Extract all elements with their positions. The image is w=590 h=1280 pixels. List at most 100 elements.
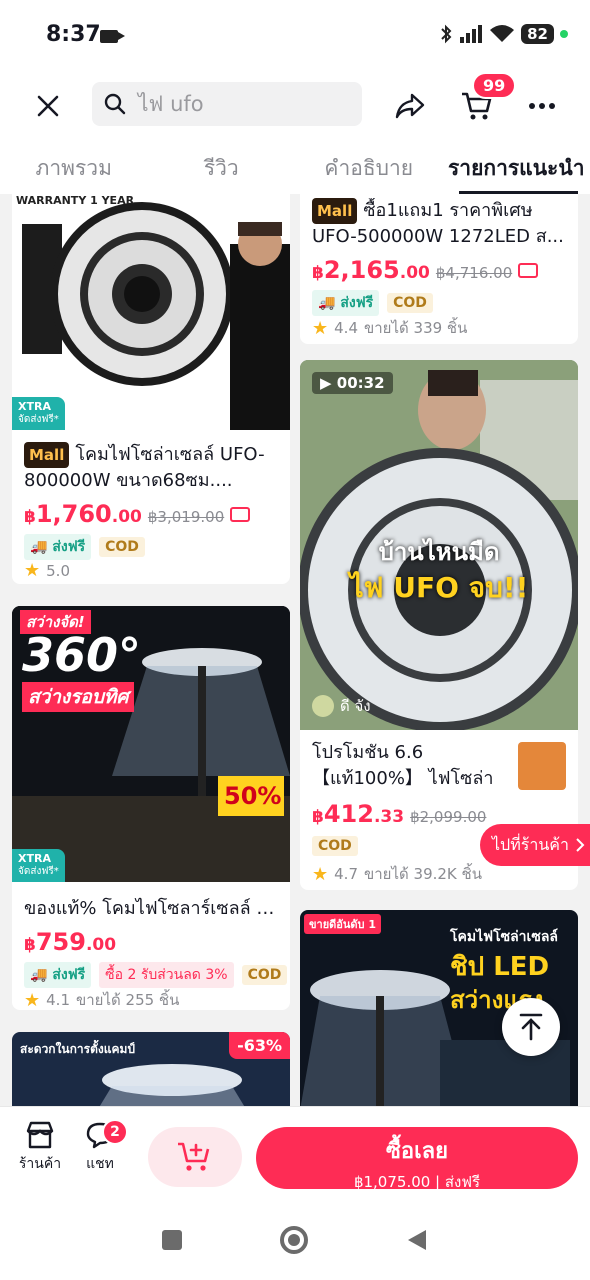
coupon-icon xyxy=(518,263,539,278)
bluetooth-icon xyxy=(441,24,452,44)
cod-tag: COD xyxy=(312,836,358,856)
original-price: ฿2,099.00 xyxy=(410,808,487,826)
price-value: 2,165 xyxy=(323,256,400,284)
share-icon xyxy=(395,93,425,119)
scroll-to-top-button[interactable] xyxy=(502,998,560,1056)
sold-count: ขายได้ 339 ชิ้น xyxy=(364,319,468,337)
sold-count: ขายได้ 255 ชิ้น xyxy=(76,991,180,1009)
video-product-card[interactable]: ▶ 00:32 บ้านไหนมืด ไฟ UFO จบ!! ดี จัง โป… xyxy=(300,360,578,890)
star-icon: ★ xyxy=(24,560,41,581)
signal-icon xyxy=(460,25,483,43)
product-tabs: ภาพรวม รีวิว คำอธิบาย รายการแนะนำ xyxy=(0,136,590,194)
tab-recommended[interactable]: รายการแนะนำ xyxy=(443,136,590,194)
warranty-banner: WARRANTY 1 YEAR xyxy=(16,194,135,207)
promo-360: 360° xyxy=(22,628,142,682)
price-decimal: .00 xyxy=(111,507,142,527)
price-value: 759 xyxy=(35,928,86,956)
xtra-sub-label: จัดส่งฟรี* xyxy=(18,866,59,877)
bottom-action-bar: ร้านค้า แชท 2 ซื้อเลย ฿1,075.00 | ส่งฟรี xyxy=(0,1106,590,1200)
product-title: ของแท้% โคมไฟโซลาร์เซลล์ UF... xyxy=(24,898,280,919)
go-to-shop-button[interactable]: ไปที่ร้านค้า xyxy=(480,824,590,866)
creator-name: ดี จัง xyxy=(340,697,371,715)
chevron-right-icon xyxy=(576,838,585,852)
original-price: ฿3,019.00 xyxy=(147,508,225,526)
status-right: 82 xyxy=(439,24,568,44)
wifi-icon xyxy=(490,25,515,42)
recommendation-feed[interactable]: WARRANTY 1 YEAR XTRA จัดส่งฟรี* Mall โคมไฟ… xyxy=(0,194,590,1106)
video-duration: ▶ 00:32 xyxy=(312,372,393,394)
bestseller-badge: ขายดีอันดับ 1 xyxy=(304,914,382,934)
product-price: ฿759.00 xyxy=(24,928,116,956)
privacy-dot xyxy=(560,30,568,38)
recents-button[interactable] xyxy=(162,1230,182,1250)
more-button[interactable] xyxy=(522,86,562,126)
back-button[interactable] xyxy=(406,1228,428,1252)
go-to-shop-label: ไปที่ร้านค้า xyxy=(492,834,569,854)
xtra-shipping-badge: XTRA จัดส่งฟรี* xyxy=(12,849,65,882)
tab-description[interactable]: คำอธิบาย xyxy=(295,136,443,194)
shop-label: ร้านค้า xyxy=(18,1156,62,1172)
product-tags: 🚚 ส่งฟรี COD xyxy=(312,290,433,316)
creator-info: ดี จัง xyxy=(312,694,371,718)
add-to-cart-button[interactable] xyxy=(148,1127,242,1187)
product-card[interactable]: สว่างจัด! 360° สว่างรอบทิศ 50% XTRA จัดส่… xyxy=(12,606,290,1010)
free-shipping-tag: 🚚 ส่งฟรี xyxy=(24,962,92,988)
product-card[interactable]: Mall ซื้อ1แถม1 ราคาพิเศษ UFO-500000W 1272… xyxy=(300,194,578,344)
rating-value: 4.1 xyxy=(46,991,70,1009)
product-rating: ★ 4.4 ขายได้ 339 ชิ้น xyxy=(312,316,467,340)
search-input[interactable]: ไฟ ufo xyxy=(92,82,362,126)
battery-level: 82 xyxy=(521,24,554,44)
shop-button[interactable]: ร้านค้า xyxy=(10,1121,70,1175)
home-button[interactable] xyxy=(280,1226,308,1254)
currency: ฿ xyxy=(312,807,324,827)
close-icon xyxy=(37,95,59,117)
tab-overview[interactable]: ภาพรวม xyxy=(0,136,148,194)
buy-now-label: ซื้อเลย xyxy=(385,1139,449,1164)
free-shipping-text: ส่งฟรี xyxy=(340,295,374,311)
product-tags: 🚚 ส่งฟรี COD xyxy=(24,534,145,560)
product-rating: ★ 4.1 ขายได้ 255 ชิ้น xyxy=(24,988,180,1011)
price-value: 412 xyxy=(323,800,374,828)
free-shipping-tag: 🚚 ส่งฟรี xyxy=(312,290,380,316)
search-icon xyxy=(104,93,126,115)
buy-now-button[interactable]: ซื้อเลย ฿1,075.00 | ส่งฟรี xyxy=(256,1127,578,1191)
tab-reviews[interactable]: รีวิว xyxy=(148,136,296,194)
more-icon xyxy=(529,103,555,109)
star-icon: ★ xyxy=(312,863,329,885)
system-navigation-bar xyxy=(0,1200,590,1280)
cod-tag: COD xyxy=(99,537,145,557)
xtra-shipping-badge: XTRA จัดส่งฟรี* xyxy=(12,397,65,430)
video-duration-text: 00:32 xyxy=(336,374,385,392)
share-button[interactable] xyxy=(390,86,430,126)
product-card[interactable]: สะดวกในการตั้งแคมป์ -63% xyxy=(12,1032,290,1106)
free-shipping-tag: 🚚 ส่งฟรี xyxy=(24,534,92,560)
rating-value: 4.7 xyxy=(334,865,358,883)
xtra-label: XTRA xyxy=(18,852,51,865)
cod-tag: COD xyxy=(241,965,288,985)
status-time: 8:37 xyxy=(46,22,101,47)
product-image: สว่างจัด! 360° สว่างรอบทิศ 50% XTRA จัดส่… xyxy=(12,606,290,882)
close-button[interactable] xyxy=(30,88,66,124)
chat-badge: 2 xyxy=(102,1119,128,1145)
product-price: ฿412.33 ฿2,099.00 xyxy=(312,800,486,828)
ufo-lamp-graphic xyxy=(22,202,290,430)
status-bar: 8:37 82 xyxy=(0,0,590,76)
top-bar: ไฟ ufo 99 xyxy=(0,72,590,136)
currency: ฿ xyxy=(24,507,36,527)
free-shipping-text: ส่งฟรี xyxy=(52,539,86,555)
product-price: ฿1,760.00 ฿3,019.00 xyxy=(24,500,251,528)
video-thumbnail: ▶ 00:32 บ้านไหนมืด ไฟ UFO จบ!! ดี จัง xyxy=(300,360,578,730)
coupon-icon xyxy=(230,507,251,522)
product-rating: ★ 5.0 xyxy=(24,560,70,581)
product-title: โปรโมชัน 6.6 【แท้100%】 ไฟโซล่าเ... xyxy=(312,742,494,789)
product-card[interactable]: WARRANTY 1 YEAR XTRA จัดส่งฟรี* Mall โคมไฟ… xyxy=(12,194,290,584)
mall-badge: Mall xyxy=(24,442,70,468)
price-decimal: .00 xyxy=(85,935,117,955)
xtra-label: XTRA xyxy=(18,400,51,413)
product-tags: 🚚 ส่งฟรี ซื้อ 2 รับส่วนลด 3% COD xyxy=(24,962,288,988)
rating-value: 4.4 xyxy=(334,319,358,337)
product-title: Mall โคมไฟโซล่าเซลล์ UFO-800000W ขนาด68ซม… xyxy=(24,442,280,494)
video-overlay-line2: ไฟ UFO จบ!! xyxy=(349,571,529,604)
product-thumbnail[interactable] xyxy=(518,742,566,790)
search-placeholder: ไฟ ufo xyxy=(138,91,204,116)
